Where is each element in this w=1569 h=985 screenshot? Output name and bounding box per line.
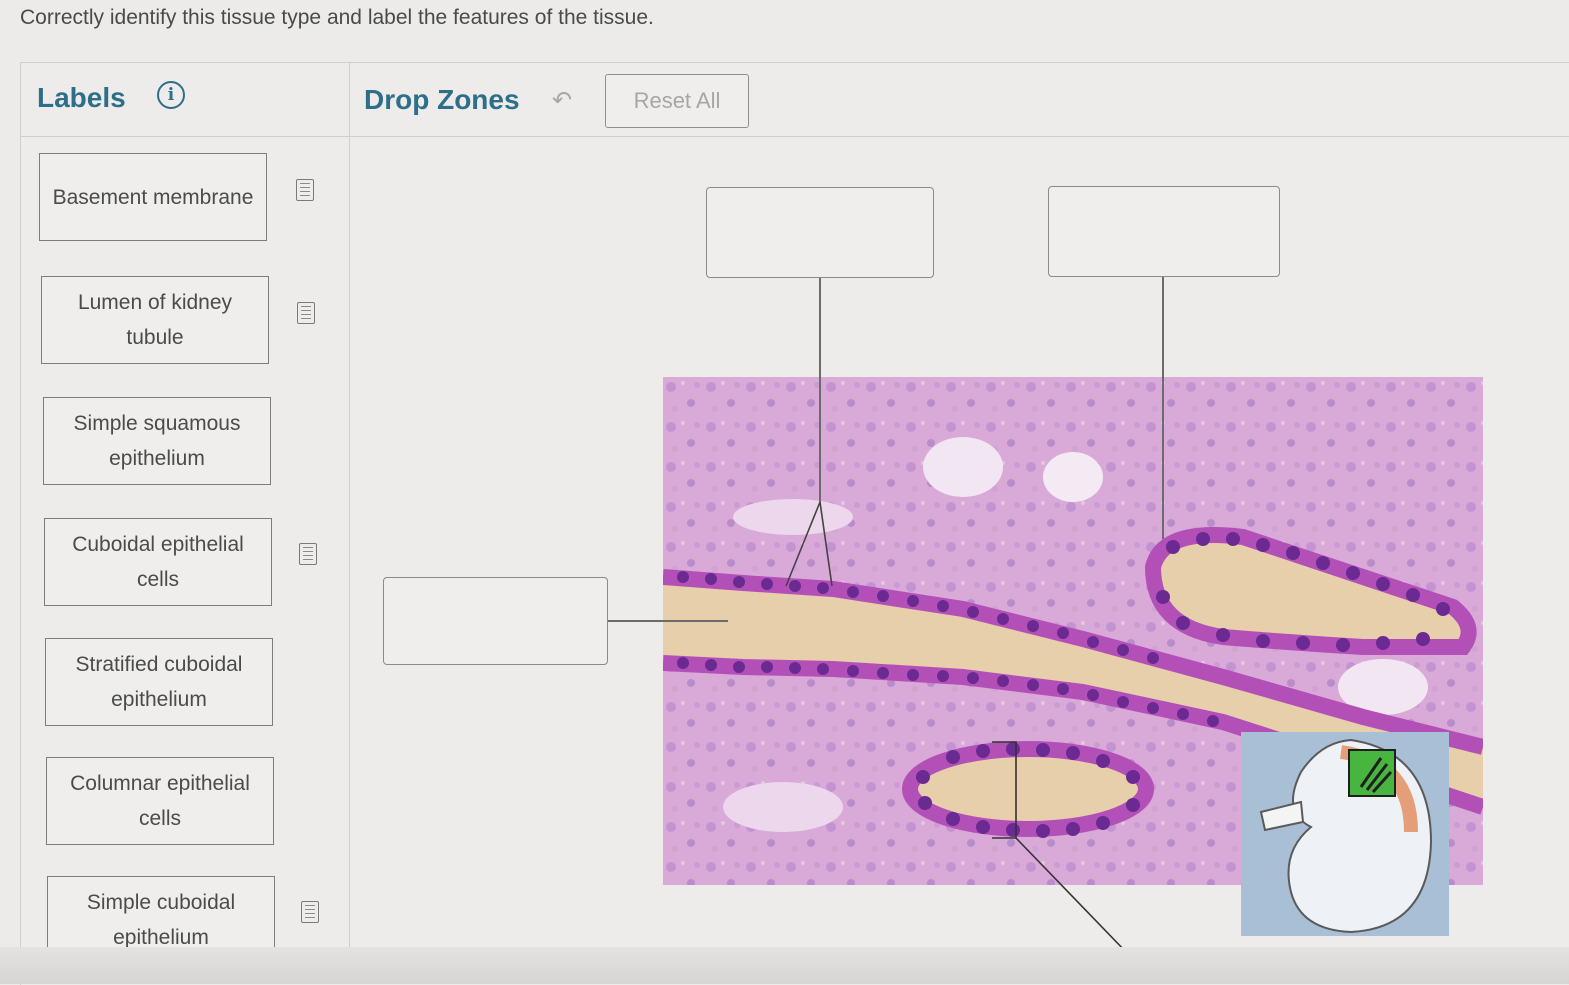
label-text: Cuboidal epithelial cells xyxy=(72,533,244,591)
undo-arrow-icon[interactable]: ↶ xyxy=(552,86,572,115)
label-card-lumen-of-kidney-tubule[interactable]: Lumen of kidney tubule xyxy=(41,276,269,364)
label-card-stratified-cuboidal-epithelium[interactable]: Stratified cuboidal epithelium xyxy=(45,638,273,726)
label-card-basement-membrane[interactable]: Basement membrane xyxy=(39,153,267,241)
info-icon[interactable]: i xyxy=(157,81,185,109)
label-text: Simple squamous epithelium xyxy=(73,412,241,470)
hint-doc-icon[interactable] xyxy=(301,901,319,923)
label-text: Stratified cuboidal epithelium xyxy=(75,653,243,711)
hint-doc-icon[interactable] xyxy=(296,179,314,201)
label-card-simple-squamous-epithelium[interactable]: Simple squamous epithelium xyxy=(43,397,271,485)
drop-zones-title: Drop Zones xyxy=(364,84,520,115)
drop-zone-3[interactable] xyxy=(383,577,608,665)
leader-line-bracket xyxy=(992,741,1129,955)
label-text: Columnar epithelial cells xyxy=(70,772,250,830)
label-card-cuboidal-epithelial-cells[interactable]: Cuboidal epithelial cells xyxy=(44,518,272,606)
label-text: Lumen of kidney tubule xyxy=(77,291,233,349)
kidney-diagram-inset xyxy=(1241,732,1449,936)
labels-header: Labels i xyxy=(20,62,349,137)
label-text: Basement membrane xyxy=(52,185,254,209)
instruction-text: Correctly identify this tissue type and … xyxy=(20,6,654,29)
reset-all-button[interactable]: Reset All xyxy=(605,74,749,128)
drop-zone-1[interactable] xyxy=(706,187,934,278)
drop-zone-2[interactable] xyxy=(1048,186,1280,277)
leader-line-fork xyxy=(785,501,833,587)
leader-line xyxy=(608,620,728,622)
hint-doc-icon[interactable] xyxy=(299,543,317,565)
label-card-simple-cuboidal-epithelium[interactable]: Simple cuboidal epithelium xyxy=(47,876,275,956)
leader-line xyxy=(1162,277,1164,539)
drop-zones-header: Drop Zones ↶ Reset All xyxy=(349,62,1569,137)
labels-title: Labels xyxy=(37,82,126,113)
bottom-edge xyxy=(0,947,1569,984)
leader-line xyxy=(819,278,821,503)
label-text: Simple cuboidal epithelium xyxy=(86,891,236,949)
hint-doc-icon[interactable] xyxy=(297,302,315,324)
label-card-columnar-epithelial-cells[interactable]: Columnar epithelial cells xyxy=(46,757,274,845)
